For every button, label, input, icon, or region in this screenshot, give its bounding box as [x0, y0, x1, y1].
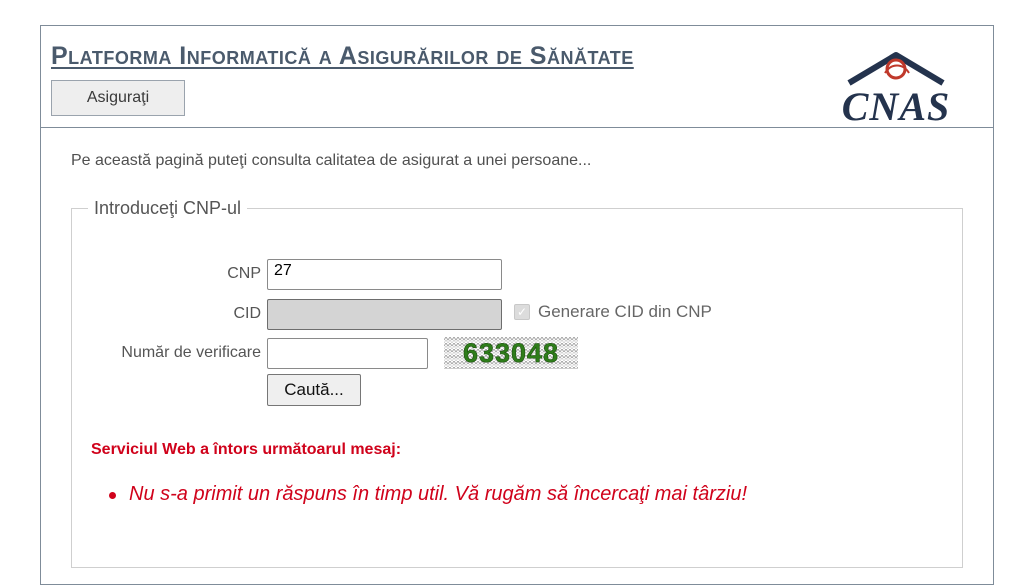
verify-label: Număr de verificare [121, 344, 261, 361]
nav-button-asigurati[interactable]: Asiguraţi [51, 80, 185, 116]
captcha-image: 633048 [444, 337, 578, 369]
generate-cid-checkbox[interactable]: ✓ [514, 304, 530, 320]
cnp-label: CNP [227, 265, 261, 282]
error-message: Nu s-a primit un răspuns în timp util. V… [129, 483, 748, 505]
captcha-text: 633048 [463, 338, 559, 368]
cnp-fieldset: Introduceţi CNP-ul [71, 198, 963, 568]
verify-input[interactable] [267, 338, 428, 369]
intro-text: Pe această pagină puteţi consulta calita… [71, 152, 592, 169]
cnp-input[interactable]: 27 [267, 259, 502, 290]
generate-cid-label: Generare CID din CNP [538, 302, 712, 321]
page-frame: Platforma Informatică a Asigurărilor de … [40, 25, 994, 585]
page-title: Platforma Informatică a Asigurărilor de … [51, 42, 634, 70]
fieldset-legend: Introduceţi CNP-ul [94, 198, 242, 218]
search-button[interactable]: Caută... [267, 374, 361, 406]
logo-text: CNAS [841, 84, 951, 129]
header: Platforma Informatică a Asigurărilor de … [41, 26, 993, 129]
cid-label: CID [233, 305, 261, 322]
error-bullet [109, 492, 116, 499]
cid-input[interactable] [267, 299, 502, 330]
cnas-logo: CNAS [831, 43, 961, 129]
error-heading: Serviciul Web a întors următoarul mesaj: [91, 441, 402, 458]
